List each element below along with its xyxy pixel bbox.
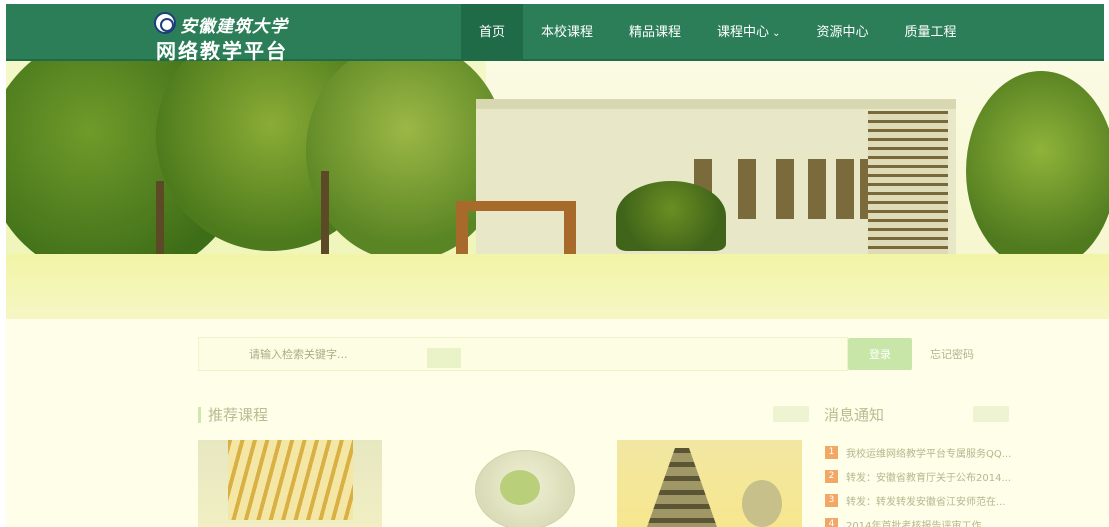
forgot-password-link[interactable]: 忘记密码	[930, 346, 974, 362]
nav-label: 质量工程	[904, 25, 957, 40]
nav-label: 资源中心	[816, 25, 869, 40]
building-window	[738, 159, 756, 219]
recommended-courses-title: 推荐课程	[208, 406, 269, 424]
recommended-more-button[interactable]	[773, 406, 809, 422]
pergola-post	[456, 201, 468, 261]
building-window	[836, 159, 854, 219]
pergola-beam	[456, 201, 576, 211]
site-logo[interactable]: 安徽建筑大学 网络教学平台	[154, 10, 304, 63]
course-thumbnail	[228, 440, 353, 520]
search-submit-button[interactable]	[427, 348, 461, 368]
site-header: 安徽建筑大学 网络教学平台 首页 本校课程 精品课程 课程中心 ⌄ 资源中心 质量…	[6, 4, 1104, 63]
news-header: 消息通知	[818, 402, 1018, 428]
banner-tree	[966, 71, 1109, 271]
building-roof	[476, 99, 956, 109]
nav-item-school-courses[interactable]: 本校课程	[523, 4, 611, 61]
banner-lawn	[6, 254, 1109, 319]
pergola-post	[564, 201, 576, 261]
course-thumbnail	[647, 448, 717, 527]
banner-palm	[616, 181, 726, 251]
course-card[interactable]	[420, 440, 600, 527]
recommended-courses-header: 推荐课程	[198, 402, 809, 428]
building-window	[808, 159, 826, 219]
news-text: 转发：安徽省教育厅关于公布2014...	[846, 472, 1011, 484]
nav-item-quality-courses[interactable]: 精品课程	[611, 4, 699, 61]
banner-tree-trunk	[156, 181, 164, 261]
nav-item-quality-engineering[interactable]: 质量工程	[886, 4, 974, 61]
nav-label: 本校课程	[541, 25, 594, 40]
course-card[interactable]	[198, 440, 382, 527]
banner-tower	[868, 111, 948, 256]
nav-item-home[interactable]: 首页	[461, 4, 524, 61]
nav-item-course-center[interactable]: 课程中心 ⌄	[699, 4, 798, 61]
platform-title: 网络教学平台	[156, 39, 288, 63]
nav-label: 课程中心	[717, 25, 770, 40]
news-item[interactable]: 2 转发：安徽省教育厅关于公布2014...	[825, 464, 1025, 488]
course-thumbnail-tree	[500, 470, 540, 505]
news-more-button[interactable]	[973, 406, 1009, 422]
news-title: 消息通知	[824, 406, 885, 424]
section-bar	[198, 407, 201, 423]
news-text: 我校运维网络教学平台专属服务QQ...	[846, 448, 1012, 460]
login-button[interactable]: 登录	[848, 338, 912, 370]
search-box	[198, 337, 848, 371]
course-card[interactable]	[617, 440, 802, 527]
university-seal-icon	[154, 12, 176, 34]
main-nav: 首页 本校课程 精品课程 课程中心 ⌄ 资源中心 质量工程	[461, 4, 974, 61]
banner-pergola	[456, 201, 576, 261]
news-number-badge: 4	[825, 517, 838, 527]
campus-banner-image	[6, 61, 1109, 319]
news-text: 2014年首批考核报告评审工作	[846, 520, 982, 527]
news-number-badge: 1	[825, 445, 838, 459]
news-list: 1 我校运维网络教学平台专属服务QQ... 2 转发：安徽省教育厅关于公布201…	[825, 440, 1025, 527]
news-item[interactable]: 4 2014年首批考核报告评审工作	[825, 512, 1025, 527]
nav-label: 精品课程	[629, 25, 682, 40]
banner-tree-trunk	[321, 171, 329, 261]
university-name: 安徽建筑大学	[180, 17, 288, 37]
news-item[interactable]: 1 我校运维网络教学平台专属服务QQ...	[825, 440, 1025, 464]
news-text: 转发：转发转发安徽省江安师范在...	[846, 496, 1006, 508]
course-thumbnail-tree	[742, 480, 782, 527]
news-item[interactable]: 3 转发：转发转发安徽省江安师范在...	[825, 488, 1025, 512]
chevron-down-icon: ⌄	[772, 28, 781, 39]
nav-label: 首页	[479, 25, 506, 40]
news-number-badge: 2	[825, 469, 838, 483]
news-number-badge: 3	[825, 493, 838, 507]
nav-item-resource-center[interactable]: 资源中心	[798, 4, 886, 61]
building-window	[776, 159, 794, 219]
